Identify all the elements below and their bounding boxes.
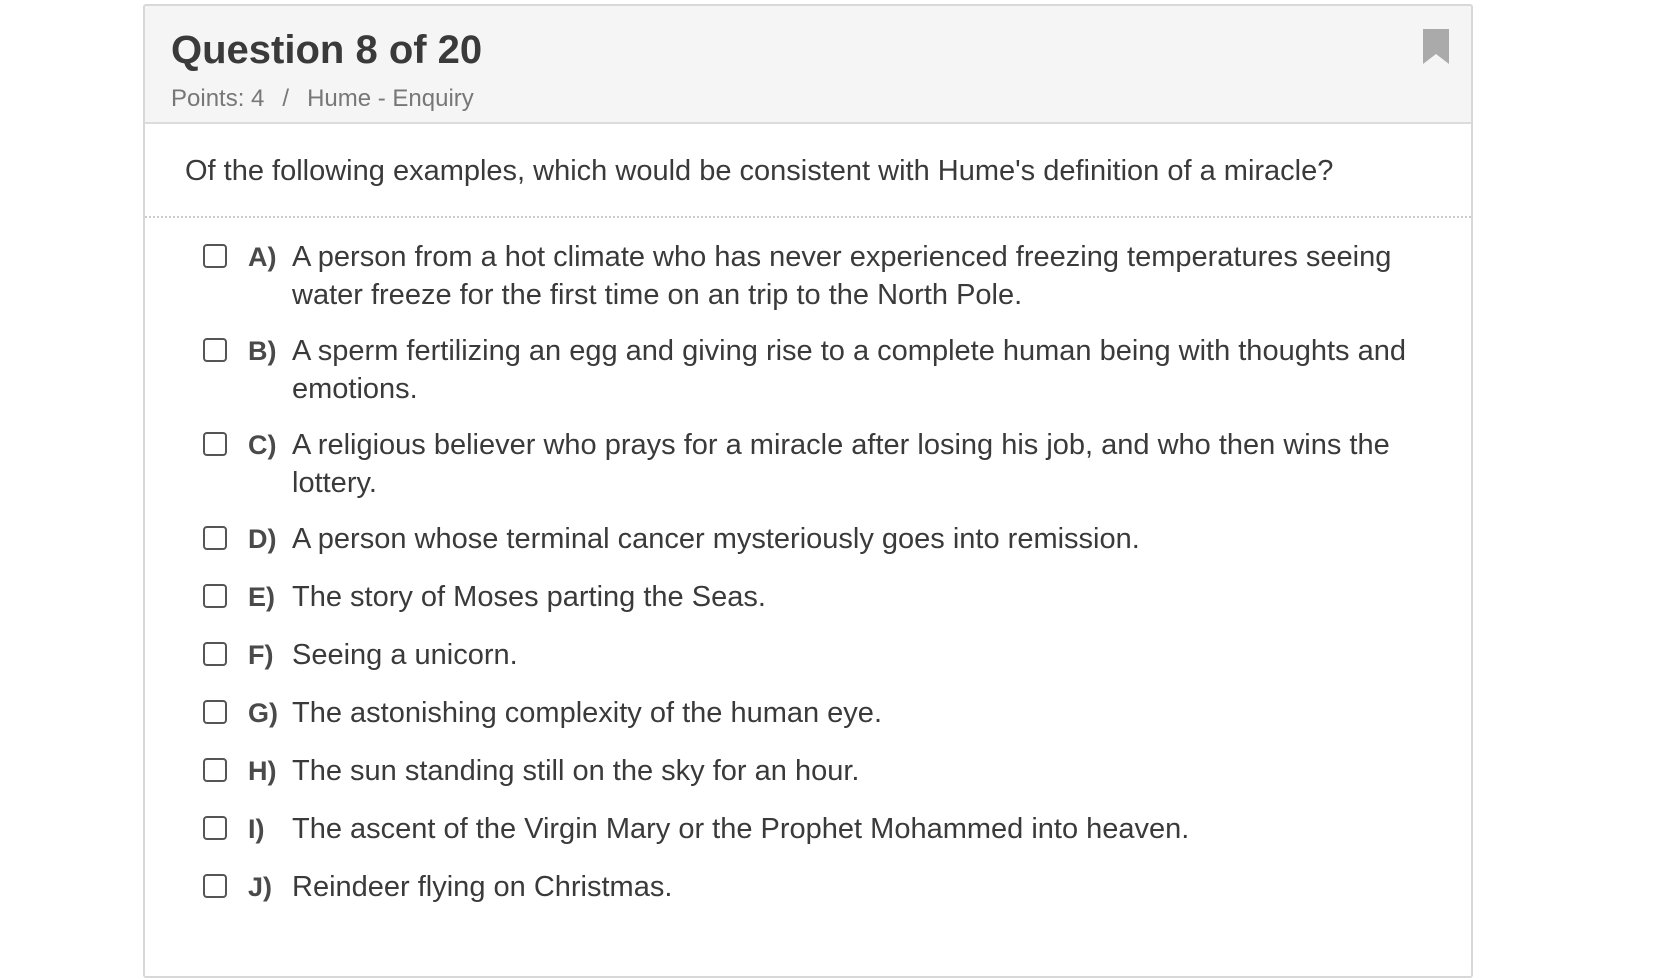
- option-text: A person whose terminal cancer mysteriou…: [292, 523, 1140, 555]
- option-letter: I): [248, 814, 265, 844]
- option-d[interactable]: D) A person whose terminal cancer myster…: [203, 520, 1411, 558]
- option-checkbox[interactable]: [203, 642, 227, 666]
- option-checkbox[interactable]: [203, 526, 227, 550]
- option-letter: J): [248, 872, 273, 902]
- question-meta: Points: 4 / Hume - Enquiry: [171, 84, 1445, 114]
- option-checkbox[interactable]: [203, 432, 227, 456]
- question-card: Question 8 of 20 Points: 4 / Hume - Enquir…: [143, 4, 1473, 978]
- option-h[interactable]: H) The sun standing still on the sky for…: [203, 752, 1411, 790]
- option-text: A person from a hot climate who has neve…: [292, 241, 1392, 311]
- option-text: A religious believer who prays for a mir…: [292, 429, 1390, 499]
- option-checkbox[interactable]: [203, 338, 227, 362]
- option-checkbox[interactable]: [203, 244, 227, 268]
- meta-separator: /: [282, 85, 290, 112]
- option-text: Seeing a unicorn.: [292, 639, 518, 671]
- option-text: The astonishing complexity of the human …: [292, 697, 882, 729]
- topic-label: Hume - Enquiry: [307, 85, 474, 112]
- option-letter: E): [248, 582, 275, 612]
- option-e[interactable]: E) The story of Moses parting the Seas.: [203, 578, 1411, 616]
- bookmark-icon-glyph: [1423, 29, 1449, 64]
- option-letter: H): [248, 756, 277, 786]
- option-letter: B): [248, 336, 277, 366]
- option-checkbox[interactable]: [203, 700, 227, 724]
- option-g[interactable]: G) The astonishing complexity of the hum…: [203, 694, 1411, 732]
- option-f[interactable]: F) Seeing a unicorn.: [203, 636, 1411, 674]
- option-letter: C): [248, 430, 277, 460]
- bookmark-icon[interactable]: [1421, 28, 1451, 66]
- option-letter: F): [248, 640, 274, 670]
- option-checkbox[interactable]: [203, 584, 227, 608]
- option-c[interactable]: C) A religious believer who prays for a …: [203, 426, 1411, 502]
- option-text: A sperm fertilizing an egg and giving ri…: [292, 335, 1406, 405]
- question-header: Question 8 of 20 Points: 4 / Hume - Enquir…: [145, 6, 1471, 124]
- option-checkbox[interactable]: [203, 758, 227, 782]
- option-checkbox[interactable]: [203, 816, 227, 840]
- option-letter: D): [248, 524, 277, 554]
- question-prompt: Of the following examples, which would b…: [145, 124, 1471, 218]
- option-a[interactable]: A) A person from a hot climate who has n…: [203, 238, 1411, 314]
- option-b[interactable]: B) A sperm fertilizing an egg and giving…: [203, 332, 1411, 408]
- option-j[interactable]: J) Reindeer flying on Christmas.: [203, 868, 1411, 906]
- option-text: Reindeer flying on Christmas.: [292, 871, 673, 903]
- option-text: The sun standing still on the sky for an…: [292, 755, 860, 787]
- option-text: The story of Moses parting the Seas.: [292, 581, 766, 613]
- option-letter: A): [248, 242, 277, 272]
- option-text: The ascent of the Virgin Mary or the Pro…: [292, 813, 1190, 845]
- points-label: Points: 4: [171, 85, 265, 112]
- option-i[interactable]: I) The ascent of the Virgin Mary or the …: [203, 810, 1411, 848]
- option-letter: G): [248, 698, 278, 728]
- question-title: Question 8 of 20: [171, 28, 483, 72]
- option-checkbox[interactable]: [203, 874, 227, 898]
